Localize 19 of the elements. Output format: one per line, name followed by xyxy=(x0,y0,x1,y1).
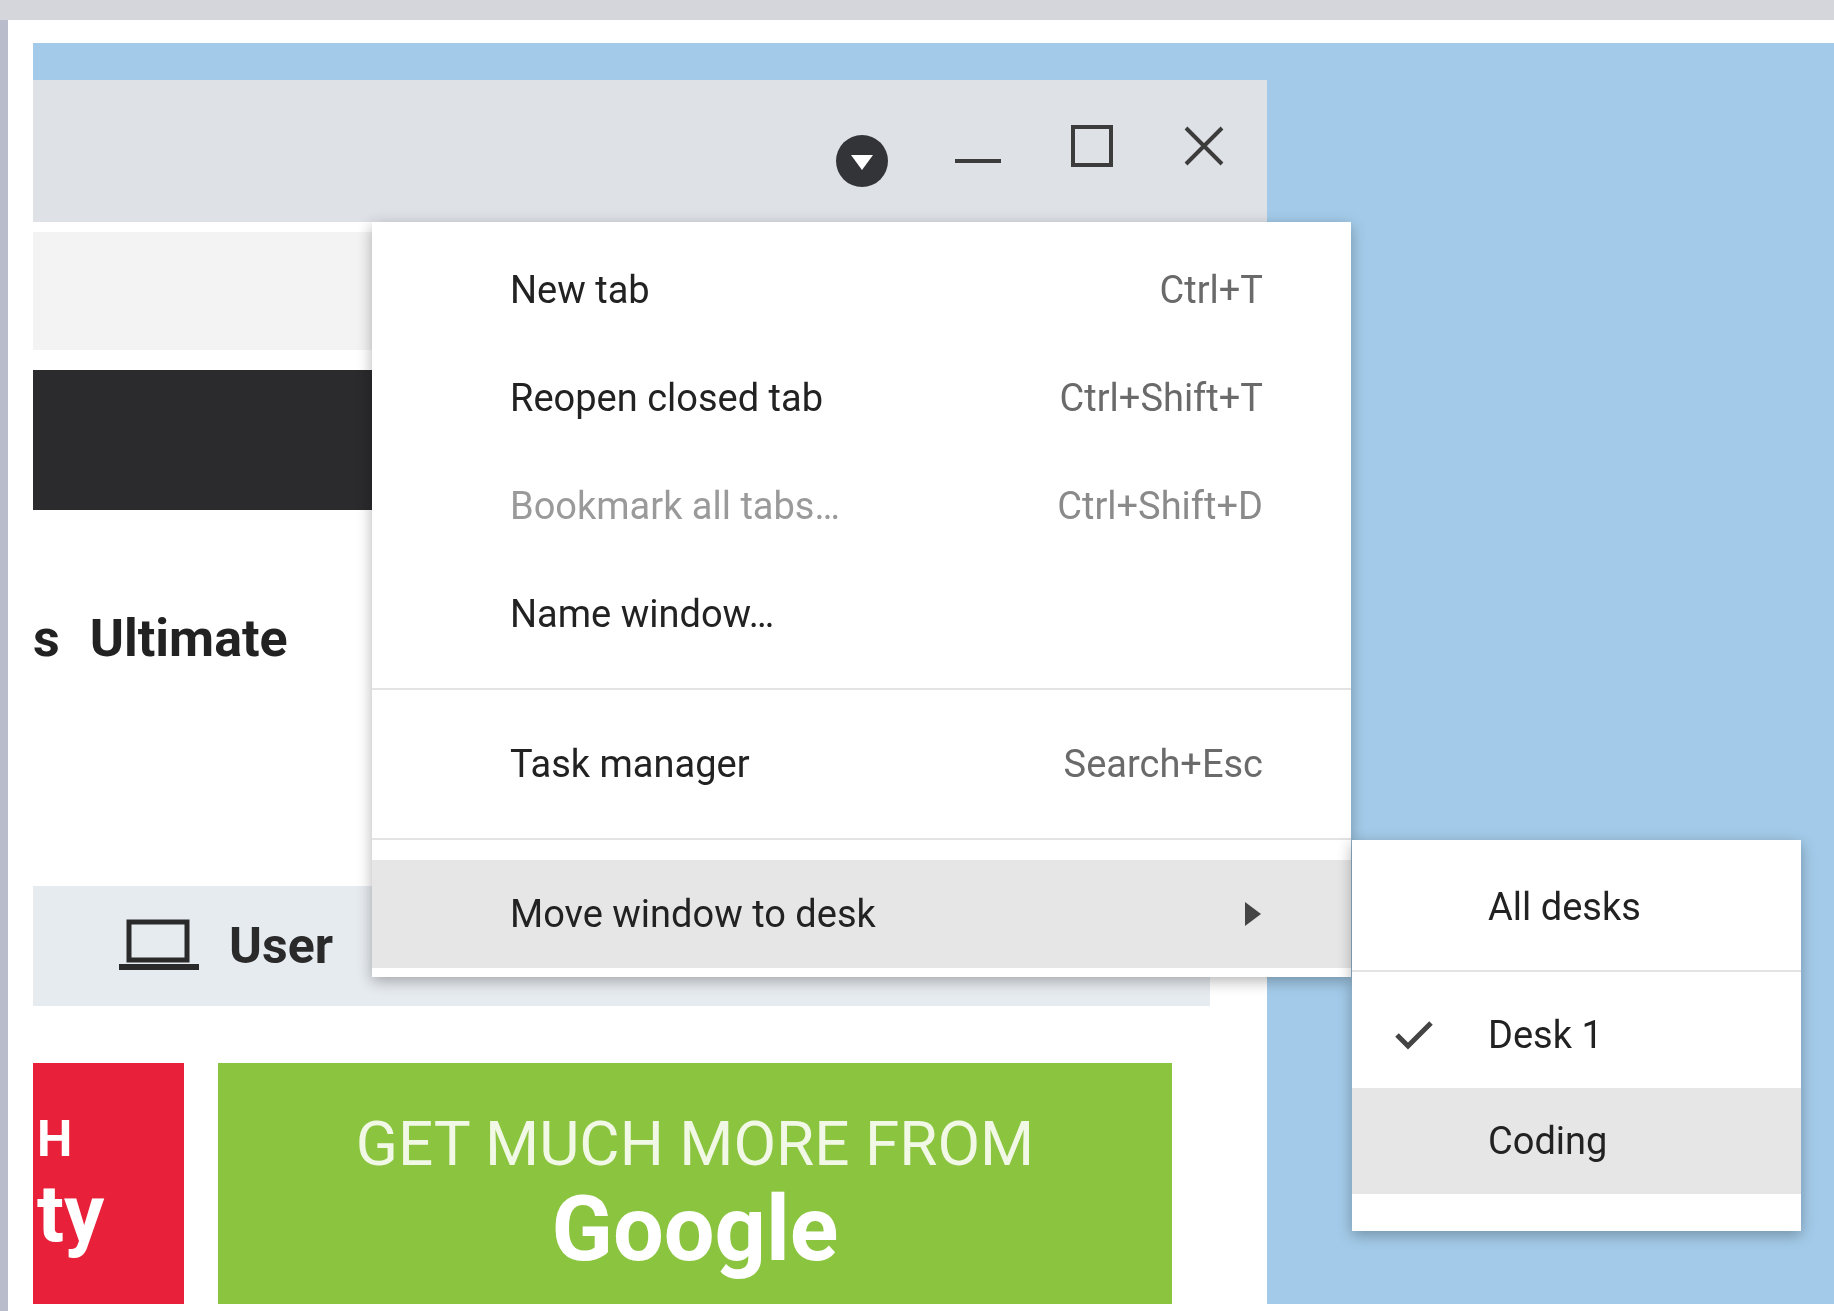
submenu-item[interactable]: Move window to desk xyxy=(372,860,1351,968)
menu-item[interactable]: Task manager Search+Esc xyxy=(372,710,1351,818)
menu-item[interactable]: Name window… xyxy=(372,560,1351,668)
page-heading: Ultimate xyxy=(89,607,288,671)
menu-item[interactable]: Reopen closed tab Ctrl+Shift+T xyxy=(372,344,1351,452)
maximize-icon[interactable] xyxy=(1071,125,1113,167)
desk-option[interactable]: Desk 1 xyxy=(1352,982,1801,1088)
banner-text: H xyxy=(36,1113,74,1164)
laptop-icon xyxy=(119,919,199,973)
submenu-arrow-icon xyxy=(1243,900,1263,928)
close-icon[interactable] xyxy=(1183,125,1225,167)
menu-item[interactable]: New tab Ctrl+T xyxy=(372,236,1351,344)
heading-fragment: s xyxy=(33,607,60,671)
desk-option[interactable]: Coding xyxy=(1352,1088,1801,1194)
dropdown-icon[interactable] xyxy=(835,134,889,188)
minimize-icon[interactable] xyxy=(955,157,1001,165)
banner-tagline: GET MUCH MORE FROM xyxy=(355,1113,1035,1175)
device-label: User xyxy=(229,915,333,977)
desk-option[interactable]: All desks xyxy=(1352,854,1801,960)
